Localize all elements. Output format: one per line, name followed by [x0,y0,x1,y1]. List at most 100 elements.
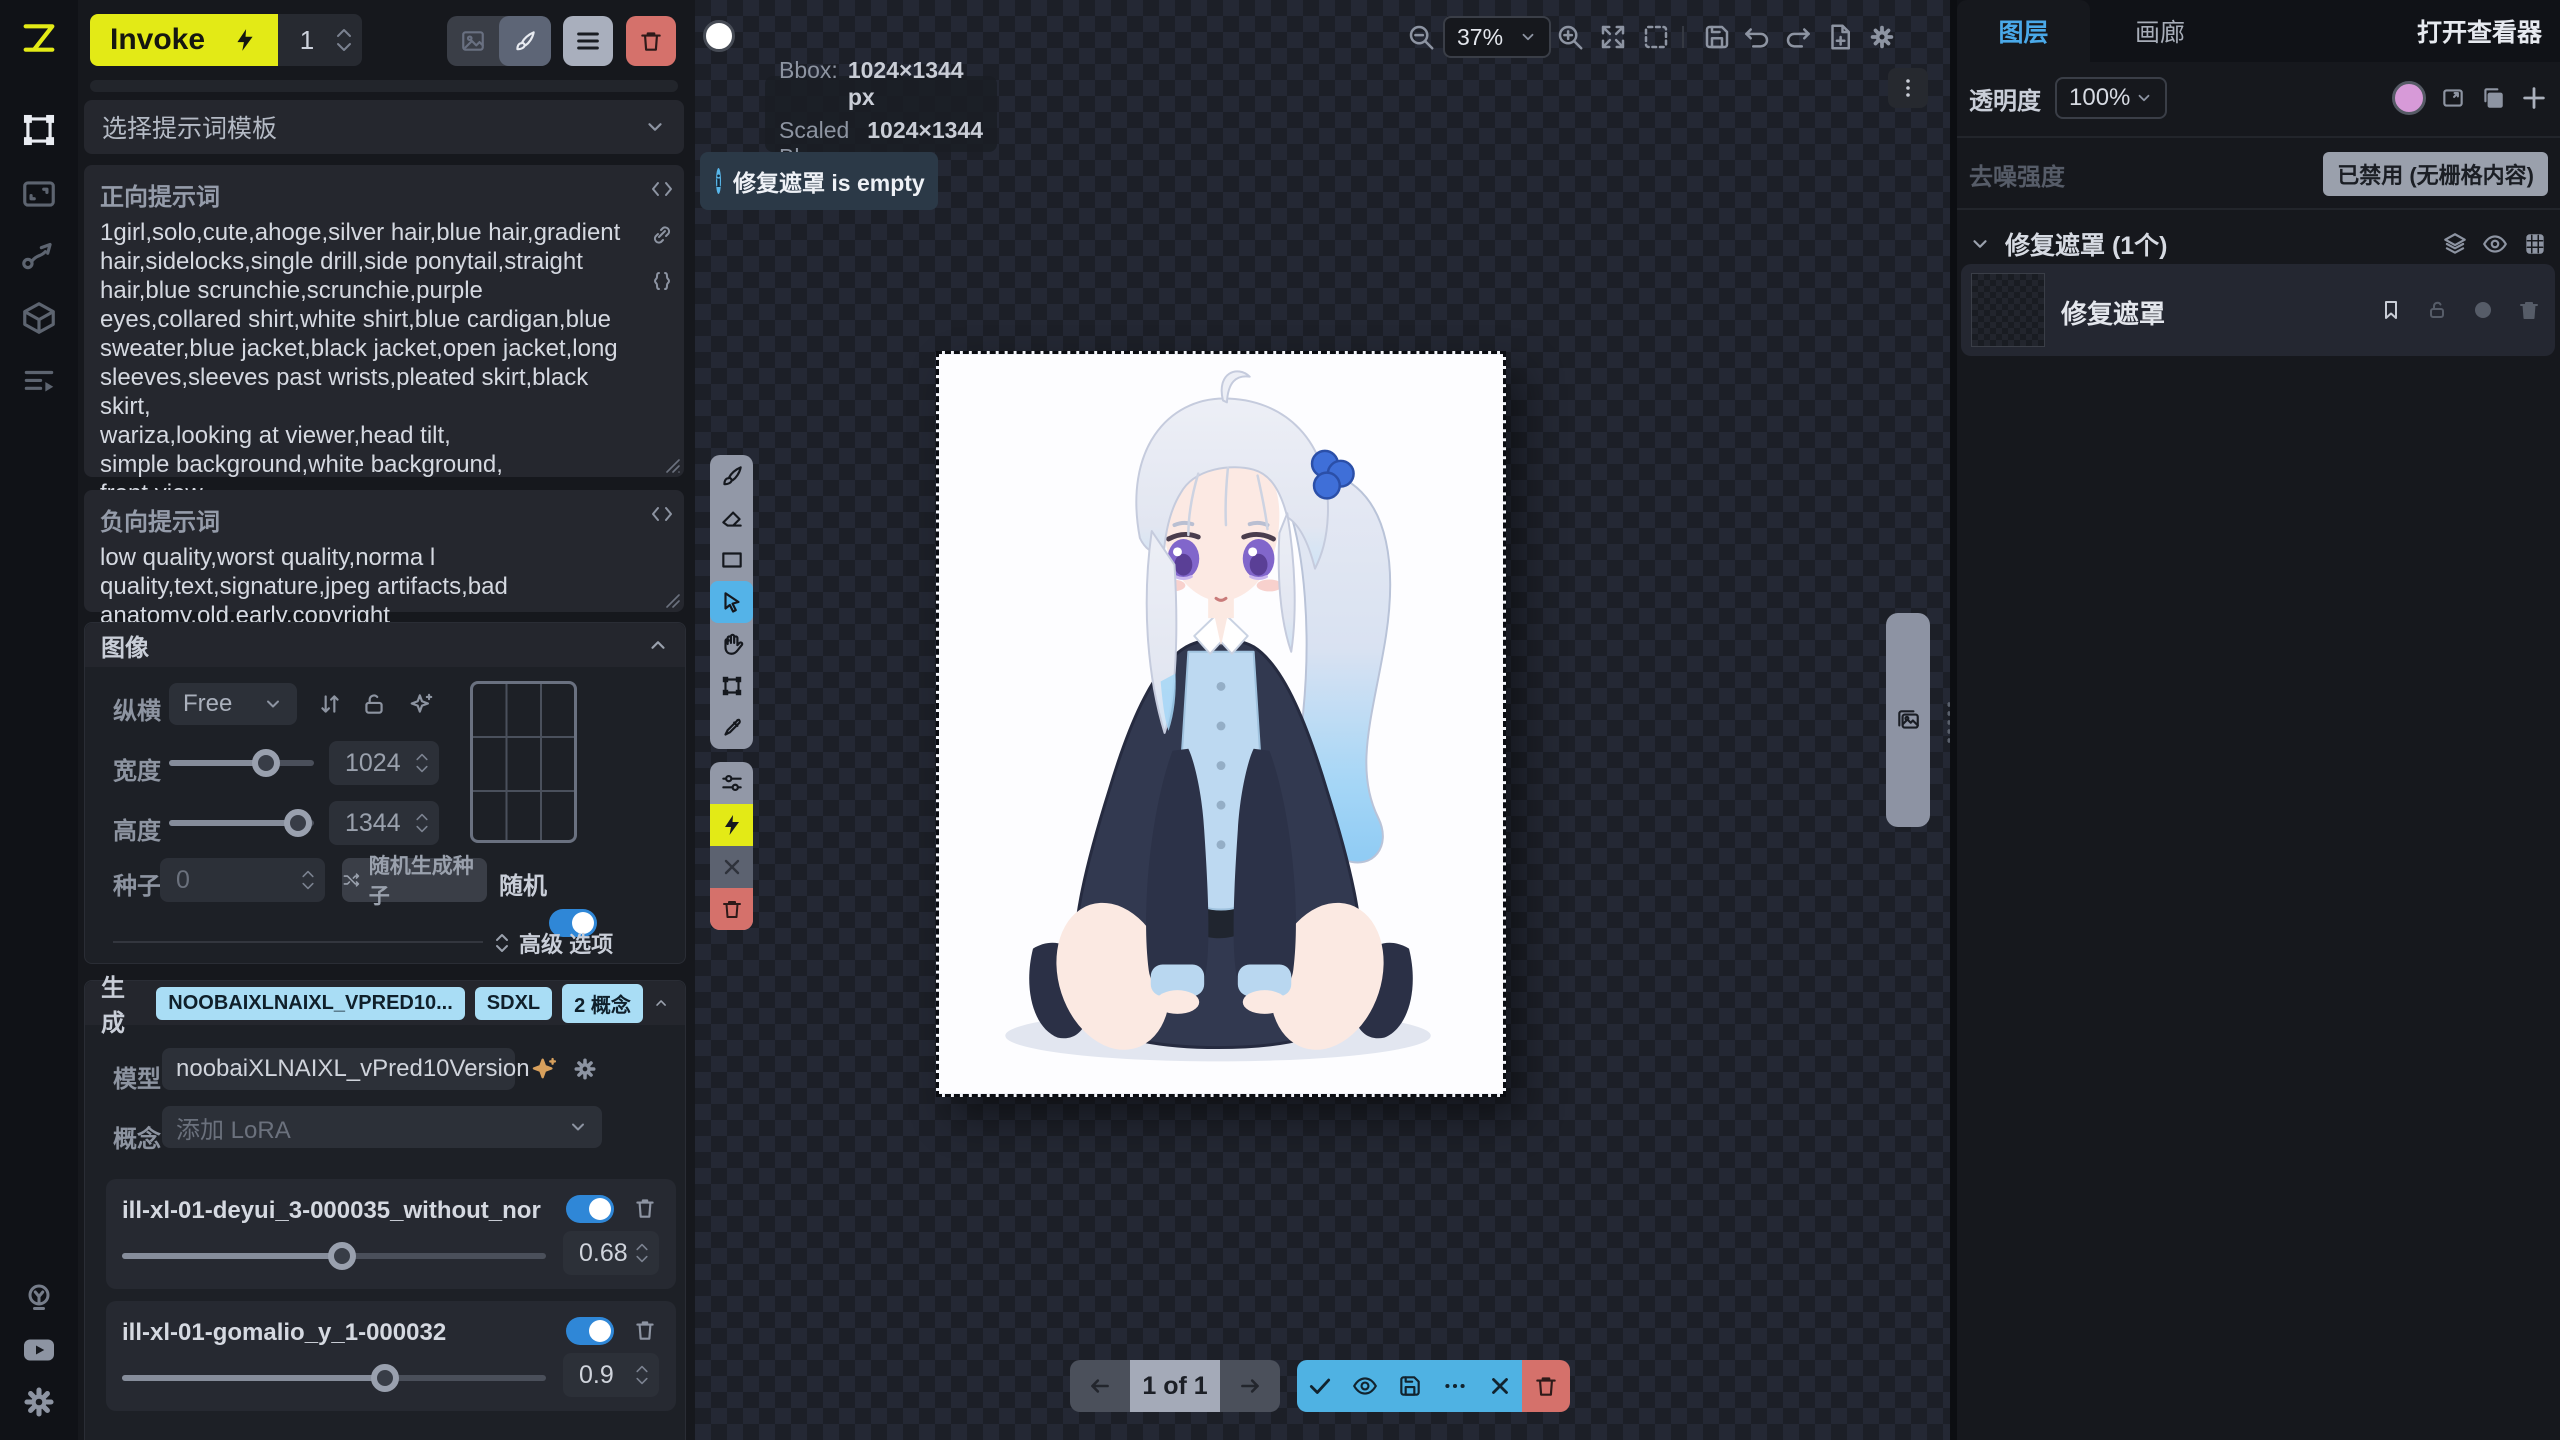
clear-canvas-button[interactable] [626,16,676,66]
model-settings-gear-icon[interactable] [571,1055,599,1083]
inpaint-mask-layer-row[interactable]: 修复遮罩 [1961,264,2555,356]
save-to-gallery-button[interactable] [1387,1360,1432,1412]
support-icon[interactable] [17,1276,61,1320]
braces-icon[interactable] [650,269,674,293]
link-icon[interactable] [650,223,674,247]
preview-toggle-button[interactable] [1342,1360,1387,1412]
dismiss-staging-button[interactable] [1477,1360,1522,1412]
positive-prompt-box[interactable]: 正向提示词 1girl,solo,cute,ahoge,silver hair,… [84,165,684,477]
width-input[interactable]: 1024 [329,741,439,785]
brush-mode-button[interactable] [499,16,551,66]
aspect-select[interactable]: Free [169,683,297,725]
zoom-level-select[interactable]: 37% [1443,16,1551,58]
mask-color-swatch[interactable] [2392,81,2426,115]
seed-input[interactable]: 0 [160,858,325,902]
positive-prompt-text[interactable]: 1girl,solo,cute,ahoge,silver hair,blue h… [100,218,630,508]
seed-stepper[interactable] [301,870,315,890]
lock-icon[interactable] [361,691,387,717]
trash-icon[interactable] [2517,298,2541,322]
eyedropper-tool[interactable] [710,707,753,749]
gallery-peek-handle[interactable] [1886,613,1930,827]
zoom-in-icon[interactable] [1555,22,1585,52]
youtube-icon[interactable] [17,1328,61,1372]
collapse-icon[interactable] [647,634,669,656]
image-mode-button[interactable] [447,16,499,66]
tab-layers[interactable]: 图层 [1957,0,2090,62]
code-view-icon[interactable] [650,502,674,526]
invoke-button[interactable]: Invoke [90,14,278,66]
width-slider[interactable] [169,760,314,766]
lora-weight-input[interactable]: 0.9 [563,1353,659,1397]
discard-image-button[interactable] [1522,1360,1570,1412]
rect-tool[interactable] [710,539,753,581]
height-stepper[interactable] [415,813,429,833]
generation-section-header[interactable]: 生成 NOOBAIXLNAIXL_VPRED10... SDXL 2 概念 [85,981,685,1025]
duplicate-layer-icon[interactable] [2480,85,2506,111]
image-section-header[interactable]: 图像 [85,623,685,667]
optimize-sparkle-icon[interactable] [409,691,435,717]
layers-stack-icon[interactable] [2442,231,2468,257]
color-swatch[interactable] [703,20,735,52]
chevron-down-icon[interactable] [1969,233,1991,255]
random-seed-button[interactable]: 随机生成种子 [342,858,487,902]
lora-weight-slider[interactable] [122,1253,546,1259]
width-stepper[interactable] [415,753,429,773]
zoom-out-icon[interactable] [1406,22,1436,52]
lora-delete-icon[interactable] [632,1317,658,1343]
height-input[interactable]: 1344 [329,801,439,845]
accept-button[interactable] [1297,1360,1342,1412]
brush-tool[interactable] [710,455,753,497]
resize-grip-icon[interactable] [662,590,680,608]
tab-gallery[interactable]: 画廊 [2135,0,2185,62]
lora-weight-input[interactable]: 0.68 [563,1231,659,1275]
add-lora-select[interactable]: 添加 LoRA [162,1106,602,1148]
panel-menu-button[interactable] [563,16,613,66]
lora-delete-icon[interactable] [632,1195,658,1221]
move-tool[interactable] [710,581,753,623]
more-actions-button[interactable] [1432,1360,1477,1412]
lora-enabled-toggle[interactable] [566,1317,614,1345]
add-layer-icon[interactable] [2520,84,2548,112]
fit-view-icon[interactable] [1598,22,1628,52]
nav-upscale-tab[interactable] [17,172,61,216]
queue-count-stepper[interactable] [336,28,352,52]
undo-icon[interactable] [1742,22,1772,52]
canvas-menu-button[interactable] [1888,68,1928,108]
previous-image-button[interactable] [1070,1360,1130,1412]
next-image-button[interactable] [1220,1360,1280,1412]
new-session-icon[interactable] [1825,22,1855,52]
canvas-settings-gear-icon[interactable] [1867,22,1897,52]
height-slider[interactable] [169,820,314,826]
eraser-tool[interactable] [710,497,753,539]
model-select[interactable]: noobaiXLNAIXL_vPred10Version [162,1048,515,1090]
nav-queue-tab[interactable] [17,360,61,404]
transform-tool[interactable] [710,665,753,707]
redo-icon[interactable] [1783,22,1813,52]
filter-tool[interactable] [710,762,753,804]
nav-models-tab[interactable] [17,296,61,340]
panel-scroll-indicator[interactable] [90,80,678,92]
canvas-area[interactable]: 37% Bbox:1024×1344 px Scaled Bbox:1024×1… [695,0,1952,1440]
settings-gear-icon[interactable] [17,1380,61,1424]
fit-bbox-icon[interactable] [1641,22,1671,52]
mask-grid-icon[interactable] [2522,231,2548,257]
advanced-options-button[interactable]: 高级 选项 [493,927,613,959]
pan-tool[interactable] [710,623,753,665]
opacity-select[interactable]: 100% [2055,77,2167,119]
layer-color-dot-icon[interactable] [2471,298,2495,322]
model-sparkle-icon[interactable] [531,1055,559,1083]
collapse-icon[interactable] [653,992,669,1014]
save-icon[interactable] [1702,22,1732,52]
bookmark-icon[interactable] [2379,298,2403,322]
nav-workflows-tab[interactable] [17,232,61,276]
fit-layer-icon[interactable] [2440,85,2466,111]
delete-layer-tool[interactable] [710,888,753,930]
invoke-region-tool[interactable] [710,804,753,846]
open-viewer-button[interactable]: 打开查看器 [2417,0,2542,62]
panel-divider[interactable] [1950,0,1957,1440]
swap-dimensions-icon[interactable] [317,691,343,717]
unlock-icon[interactable] [2425,298,2449,322]
queue-count-box[interactable]: 1 [278,14,362,66]
cancel-tool[interactable] [710,846,753,888]
lora-enabled-toggle[interactable] [566,1195,614,1223]
